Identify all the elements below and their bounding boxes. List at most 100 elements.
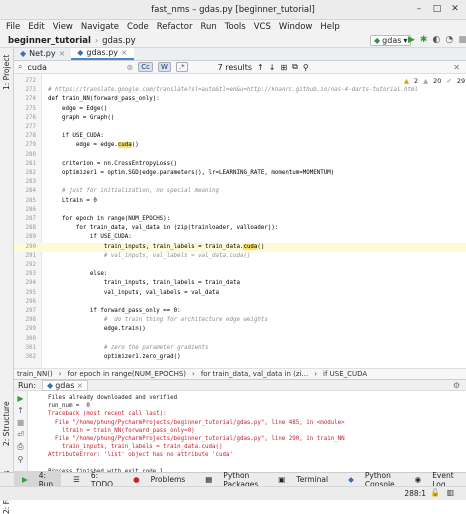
- scroll-up-icon[interactable]: ↑: [17, 406, 24, 415]
- code-line[interactable]: 285 Ltrain = 0: [14, 197, 466, 206]
- soft-wrap-icon[interactable]: ⏎: [17, 430, 24, 439]
- menu-vcs[interactable]: VCS: [250, 22, 275, 32]
- nav-project[interactable]: beginner_tutorial: [0, 36, 91, 46]
- rerun-icon[interactable]: ▶: [17, 394, 23, 403]
- code-line[interactable]: 290 train_inputs, train_labels = train_d…: [14, 242, 466, 252]
- crumb-for-epoch[interactable]: for epoch in range(NUM_EPOCHS): [65, 370, 189, 378]
- line-number: 281: [25, 160, 36, 167]
- code-editor[interactable]: 272 273 # https://translate.google.com/tra…: [14, 74, 466, 368]
- caret-position[interactable]: 288:1: [404, 489, 426, 498]
- code-line[interactable]: 276 graph = Graph(): [14, 114, 466, 123]
- code-line[interactable]: 283: [14, 178, 466, 187]
- debug-icon[interactable]: ✱: [420, 35, 428, 45]
- console-output[interactable]: Files already downloaded and verified run…: [28, 391, 466, 472]
- close-tab-icon[interactable]: ×: [121, 47, 128, 59]
- menu-tools[interactable]: Tools: [221, 22, 250, 32]
- filter-results-icon[interactable]: ⚲: [303, 63, 309, 72]
- code-line[interactable]: 288 for train_data, val_data in (zip(tra…: [14, 224, 466, 233]
- code-line[interactable]: 278 if USE_CUDA:: [14, 132, 466, 141]
- code-line[interactable]: 297 if forward_pass_only == 0:: [14, 307, 466, 316]
- code-line[interactable]: 292: [14, 261, 466, 270]
- code-line[interactable]: 280: [14, 151, 466, 160]
- code-line[interactable]: 294 train_inputs, train_labels = train_d…: [14, 279, 466, 288]
- stop-icon[interactable]: ■: [458, 35, 466, 45]
- crumb-sep-icon: ›: [314, 370, 318, 378]
- python-file-icon: ◆: [20, 49, 27, 58]
- code-line[interactable]: 275 edge = Edge(): [14, 105, 466, 114]
- code-line[interactable]: 295 val_inputs, val_labels = val_data: [14, 289, 466, 298]
- multi-select-icon[interactable]: ⧉: [292, 62, 298, 72]
- menu-navigate[interactable]: Navigate: [77, 22, 123, 32]
- tab-net-py[interactable]: ◆ Net.py ×: [14, 48, 71, 60]
- code-line[interactable]: 284 # just for initialization, no specia…: [14, 187, 466, 196]
- code-line[interactable]: 296: [14, 298, 466, 307]
- code-line[interactable]: 289 if USE_CUDA:: [14, 233, 466, 242]
- code-line[interactable]: 282 optimizer1 = optim.SGD(edge.paramete…: [14, 169, 466, 178]
- code-line[interactable]: 302 optimizer1.zero_grad(): [14, 353, 466, 362]
- inspection-widget[interactable]: ▲ 2 ▲ 20 ✓ 29: [404, 77, 465, 85]
- settings-icon[interactable]: ⚙: [453, 381, 460, 390]
- nav-file[interactable]: gdas.py: [98, 36, 136, 46]
- menu-refactor[interactable]: Refactor: [153, 22, 197, 32]
- menu-file[interactable]: File: [2, 22, 24, 32]
- crumb-if-cuda[interactable]: if USE_CUDA: [320, 370, 370, 378]
- code-line[interactable]: 293 else:: [14, 270, 466, 279]
- code-line[interactable]: 277: [14, 123, 466, 132]
- print-icon[interactable]: ⎙: [17, 442, 23, 452]
- search-input[interactable]: cuda: [27, 63, 121, 72]
- regex-toggle[interactable]: .*: [175, 62, 188, 72]
- stop-icon[interactable]: ■: [17, 418, 25, 427]
- filter-icon[interactable]: ⊞: [280, 63, 287, 72]
- code-line[interactable]: 279 edge = edge.cuda(): [14, 141, 466, 150]
- words-toggle[interactable]: W: [157, 62, 171, 72]
- code-line[interactable]: 281 criterion = nn.CrossEntropyLoss(): [14, 160, 466, 169]
- tool-tab-terminal[interactable]: ▣ Terminal: [270, 475, 336, 484]
- memory-indicator-icon[interactable]: ▥: [447, 488, 454, 497]
- minimize-icon[interactable]: –: [414, 4, 424, 14]
- code-text: # do train thing for architecture edge w…: [48, 317, 268, 324]
- code-line[interactable]: 273 # https://translate.google.com/transl…: [14, 86, 466, 95]
- code-line[interactable]: 286: [14, 206, 466, 215]
- lock-icon[interactable]: 🔓: [431, 488, 440, 497]
- close-icon[interactable]: ✕: [450, 4, 460, 14]
- tool-tab-problems[interactable]: ● Problems: [125, 475, 193, 484]
- code-text: if forward_pass_only == 0:: [48, 308, 181, 314]
- close-tab-icon[interactable]: ×: [59, 48, 66, 60]
- run-config-select[interactable]: ◆ gdas ▾: [370, 35, 412, 46]
- code-line[interactable]: 291 # val_inputs, val_labels = val_data.…: [14, 252, 466, 261]
- coverage-icon[interactable]: ◐: [432, 35, 440, 45]
- pin-icon[interactable]: ⚲: [18, 455, 24, 464]
- problems-icon: ●: [133, 475, 140, 484]
- run-tab[interactable]: ◆ gdas ×: [42, 379, 89, 391]
- crumb-function[interactable]: train_NN(): [14, 370, 56, 378]
- code-line[interactable]: 287 for epoch in range(NUM_EPOCHS):: [14, 215, 466, 224]
- code-line[interactable]: 274 def train_NN(forward_pass_only):: [14, 95, 466, 104]
- clear-search-icon[interactable]: ⊗: [126, 63, 133, 72]
- profile-icon[interactable]: ◔: [445, 35, 453, 45]
- code-line[interactable]: 300: [14, 335, 466, 344]
- maximize-icon[interactable]: □: [432, 4, 442, 14]
- code-line[interactable]: 298 # do train thing for architecture ed…: [14, 316, 466, 325]
- project-tool-tab[interactable]: 1: Project: [2, 55, 11, 90]
- close-tab-icon[interactable]: ×: [76, 381, 83, 390]
- match-case-toggle[interactable]: Cc: [138, 62, 153, 72]
- code-text: # val_inputs, val_labels = val_data.cuda…: [48, 252, 251, 259]
- menu-help[interactable]: Help: [316, 22, 343, 32]
- code-line[interactable]: 272: [14, 77, 466, 86]
- previous-occurrence-icon[interactable]: ↑: [257, 63, 264, 72]
- code-line[interactable]: 299 edge.train(): [14, 325, 466, 334]
- run-config-label: gdas: [382, 35, 402, 45]
- menu-window[interactable]: Window: [275, 22, 317, 32]
- tab-gdas-py[interactable]: ◆ gdas.py ×: [71, 47, 134, 60]
- menu-view[interactable]: View: [49, 22, 77, 32]
- crumb-for-train[interactable]: for train_data, val_data in (zi...: [198, 370, 311, 378]
- next-occurrence-icon[interactable]: ↓: [269, 63, 276, 72]
- menu-code[interactable]: Code: [123, 22, 153, 32]
- python-file-icon: ◆: [77, 48, 84, 57]
- close-find-icon[interactable]: ✕: [453, 63, 460, 72]
- code-line[interactable]: 301 # zero the parameter gradients: [14, 344, 466, 353]
- run-icon[interactable]: ▶: [408, 35, 415, 45]
- menu-edit[interactable]: Edit: [24, 22, 48, 32]
- structure-tool-tab[interactable]: 2: Structure: [2, 401, 11, 446]
- menu-run[interactable]: Run: [196, 22, 220, 32]
